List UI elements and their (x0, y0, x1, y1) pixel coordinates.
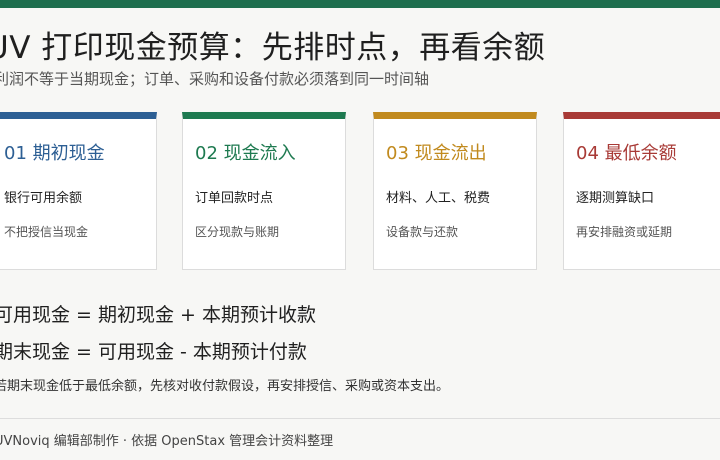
card-item: 材料、人工、税费 (386, 191, 491, 206)
step-card-cash-inflow: 02 现金流入 订单回款时点 区分现款与账期 (182, 112, 346, 270)
card-title: 01 期初现金 (4, 143, 105, 164)
step-card-cash-outflow: 03 现金流出 材料、人工、税费 设备款与还款 (373, 112, 537, 270)
card-title: 03 现金流出 (386, 143, 487, 164)
advice-note: 若期末现金低于最低余额，先核对收付款假设，再安排授信、采购或资本支出。 (0, 379, 450, 394)
step-card-minimum-balance: 04 最低余额 逐期测算缺口 再安排融资或延期 (563, 112, 720, 270)
step-card-opening-cash: 01 期初现金 银行可用余额 不把授信当现金 (0, 112, 157, 270)
page-subtitle: 利润不等于当期现金；订单、采购和设备付款必须落到同一时间轴 (0, 70, 430, 88)
card-note: 设备款与还款 (386, 225, 459, 239)
card-note: 区分现款与账期 (195, 225, 280, 239)
card-note: 再安排融资或延期 (576, 225, 673, 239)
footer-credit: UVNoviq 编辑部制作 · 依据 OpenStax 管理会计资料整理 (0, 434, 334, 449)
card-item: 银行可用余额 (4, 191, 83, 206)
formula-available-cash: 可用现金 = 期初现金 + 本期预计收款 (0, 304, 316, 326)
formula-ending-cash: 期末现金 = 可用现金 - 本期预计付款 (0, 341, 307, 363)
card-note: 不把授信当现金 (4, 225, 89, 239)
card-item: 订单回款时点 (195, 191, 274, 206)
page-title: UV 打印现金预算：先排时点，再看余额 (0, 30, 546, 66)
footer-divider (0, 418, 720, 419)
top-accent-bar (0, 0, 720, 8)
card-title: 04 最低余额 (576, 143, 677, 164)
card-title: 02 现金流入 (195, 143, 296, 164)
card-item: 逐期测算缺口 (576, 191, 655, 206)
